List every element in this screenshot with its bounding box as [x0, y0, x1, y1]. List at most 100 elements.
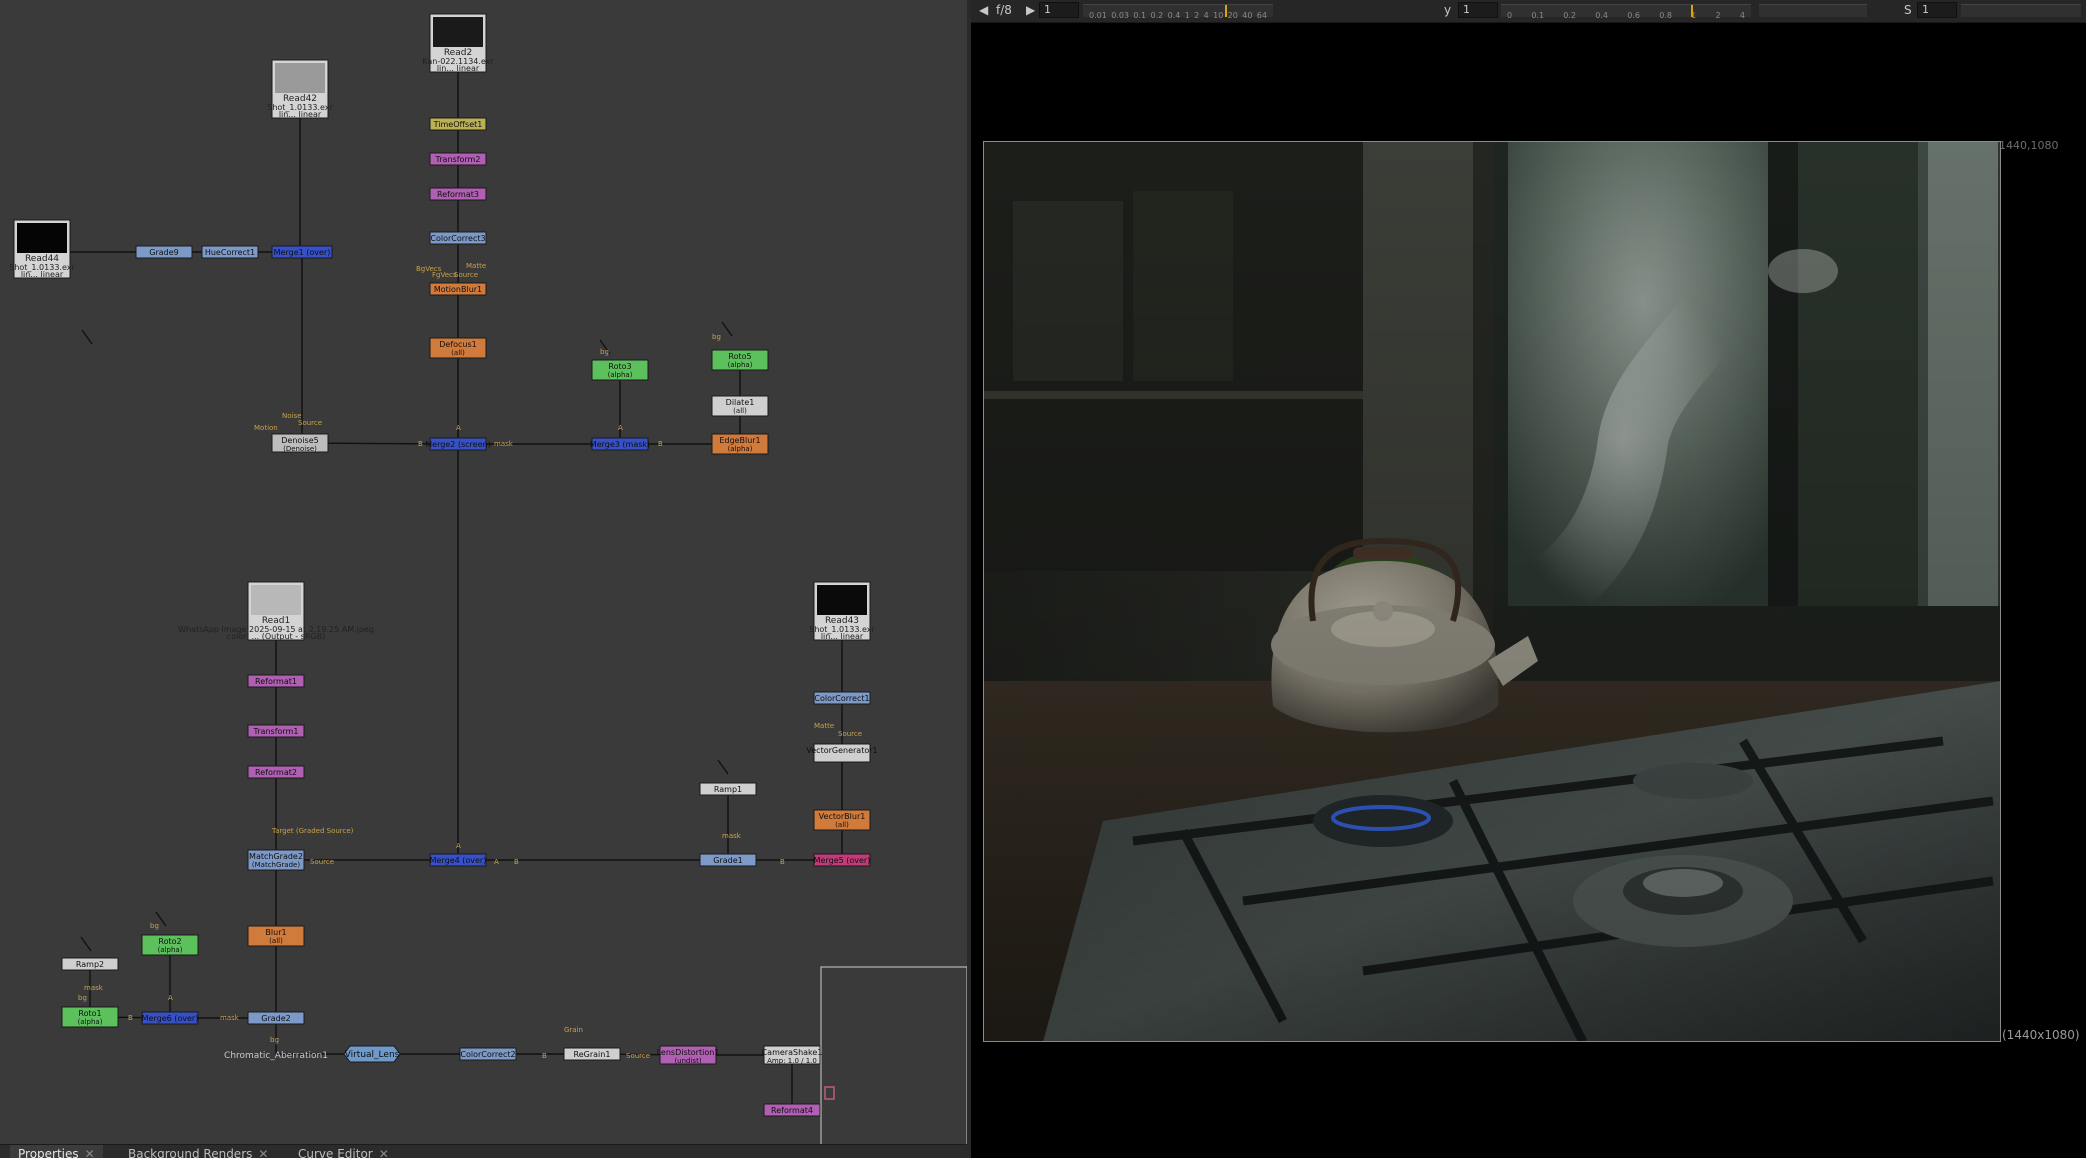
slider-tick-label: 0.8 — [1659, 11, 1672, 20]
tab-background-renders[interactable]: Background Renders ✕ — [120, 1145, 276, 1158]
play-forward-icon[interactable]: ▶ — [1026, 3, 1035, 17]
node-ramp2[interactable]: Ramp2 — [61, 957, 119, 971]
node-blur1[interactable]: Blur1(all) — [247, 925, 305, 947]
close-icon[interactable]: ✕ — [85, 1147, 95, 1158]
node-reformat3[interactable]: Reformat3 — [429, 187, 487, 201]
node-regrain1[interactable]: ReGrain1 — [563, 1047, 621, 1061]
node-lensdistortion[interactable]: LensDistortion1(undist) — [657, 1045, 720, 1065]
node-reformat1[interactable]: Reformat1 — [247, 674, 305, 688]
node-colorcorrect3[interactable]: ColorCorrect3 — [429, 231, 487, 245]
gamma-slider-handle[interactable] — [1691, 5, 1693, 17]
node-vectorgenerator[interactable]: VectorGenerator1 — [806, 743, 878, 763]
gamma-field[interactable]: 1 — [1458, 2, 1498, 18]
node-roto3[interactable]: Roto3(alpha) — [591, 359, 649, 381]
node-label: Virtual_Lens — [345, 1050, 400, 1060]
node-transform1[interactable]: Transform1 — [247, 724, 305, 738]
slider-tick-label: 0.4 — [1595, 11, 1608, 20]
viewer-node[interactable] — [824, 1086, 835, 1100]
node-mergelower[interactable]: Merge4 (over) — [429, 853, 487, 867]
node-chromaticaberration[interactable]: Chromatic_Aberration1 — [224, 1051, 328, 1061]
node-dilate1[interactable]: Dilate1(all) — [711, 395, 769, 417]
node-roto1[interactable]: Roto1(alpha) — [61, 1006, 119, 1028]
fstop-label[interactable]: f/8 — [996, 3, 1012, 17]
node-ramp1[interactable]: Ramp1 — [699, 782, 757, 796]
slider-tick-label: 0 — [1507, 11, 1513, 20]
node-sublabel: (all) — [269, 937, 283, 945]
node-roto5[interactable]: Roto5(alpha) — [711, 349, 769, 371]
node-defocus1[interactable]: Defocus1(all) — [429, 337, 487, 359]
viewer-image[interactable] — [983, 141, 2001, 1042]
close-icon[interactable]: ✕ — [258, 1147, 268, 1158]
thumbnail-icon — [817, 585, 867, 615]
saturation-field[interactable]: 1 — [1917, 2, 1957, 18]
node-mergeroto3[interactable]: Merge3 (mask) — [590, 437, 650, 451]
node-edgeblur1[interactable]: EdgeBlur1(alpha) — [711, 433, 769, 455]
node-label: Reformat4 — [771, 1106, 813, 1115]
input-label: A — [456, 842, 461, 850]
input-label: A — [168, 994, 173, 1002]
node-read1[interactable]: Read1WhatsApp Image 2025-09-15 at 2.19.2… — [178, 581, 374, 641]
close-icon[interactable]: ✕ — [379, 1147, 389, 1158]
node-denoise5[interactable]: Denoise5(Denoise) — [271, 433, 329, 453]
node-matchgrade2[interactable]: MatchGrade2(MatchGrade) — [247, 849, 305, 871]
input-label: B — [514, 858, 519, 866]
input-label: bg — [78, 994, 87, 1002]
backdrop-node[interactable] — [820, 966, 967, 1148]
node-mergetop[interactable]: Merge1 (over) — [271, 245, 333, 259]
slider-tick-label: 2 — [1715, 11, 1721, 20]
node-roto2[interactable]: Roto2(alpha) — [141, 934, 199, 956]
node-reformat2[interactable]: Reformat2 — [247, 765, 305, 779]
input-label: Target (Graded Source) — [271, 827, 354, 835]
node-mergeright[interactable]: Merge5 (over) — [813, 853, 871, 867]
node-motionblur1[interactable]: MotionBlur1 — [429, 282, 487, 296]
input-arrow[interactable] — [80, 936, 92, 952]
viewer-format-label-top: 1440,1080 — [1999, 139, 2059, 152]
saturation-slider[interactable] — [1961, 4, 2081, 17]
node-sublabel: (Denoise) — [283, 445, 317, 453]
input-arrow[interactable] — [721, 321, 733, 337]
node-colorcorrect1[interactable]: ColorCorrect1 — [813, 691, 871, 705]
node-grade1[interactable]: Grade1 — [699, 853, 757, 867]
node-label: Dilate1 — [726, 398, 755, 407]
node-read42[interactable]: Read42Shot_1.0133.exrlin... linear — [267, 59, 333, 119]
node-grade2[interactable]: Grade2 — [247, 1011, 305, 1025]
node-label: Merge2 (screen) — [425, 440, 490, 449]
node-graph-canvas[interactable]: Read2Kan-022.1134.exrlin... linear Read42… — [0, 0, 967, 1158]
tab-curve-editor[interactable]: Curve Editor ✕ — [290, 1145, 397, 1158]
node-huecorrect1[interactable]: HueCorrect1 — [201, 245, 259, 259]
node-vectorblur1[interactable]: VectorBlur1(all) — [813, 809, 871, 831]
node-graph-panel[interactable]: Read2 Kan-022.1134.exr lin... linear Read42… — [0, 0, 967, 1158]
gain-slider[interactable]: 0.01 0.03 0.1 0.2 0.4 1 2 4 10 20 40 64 — [1083, 4, 1273, 20]
node-sublabel: (all) — [835, 821, 849, 829]
node-read2[interactable]: Read2Kan-022.1134.exrlin... linear — [422, 13, 494, 73]
node-read44[interactable]: Read44Shot_1.0133.exrlin... linear — [9, 219, 75, 279]
viewer-panel[interactable]: ◀ f/8 ▶ 1 0.01 0.03 0.1 0.2 0.4 1 2 4 10 20 40 64 y… — [971, 0, 2086, 1158]
node-timeoffset1[interactable]: TimeOffset1 — [429, 117, 487, 131]
node-sublabel: Amp: 1.0 / 1.0 — [767, 1057, 817, 1065]
viewer-slider-extra[interactable] — [1759, 4, 1867, 17]
node-label: Merge5 (over) — [814, 856, 871, 865]
tab-properties[interactable]: Properties ✕ — [10, 1145, 103, 1158]
gamma-slider[interactable]: 0 0.1 0.2 0.4 0.6 0.8 1 2 4 — [1501, 4, 1751, 20]
node-mergemain[interactable]: Merge2 (screen) — [425, 437, 491, 451]
bottom-tab-bar: Properties ✕ Background Renders ✕ Curve Ed… — [0, 1144, 967, 1158]
gain-slider-handle[interactable] — [1225, 5, 1227, 17]
node-read43[interactable]: Read43Shot_1.0133.exrlin... linear — [809, 581, 875, 641]
node-label: Chromatic_Aberration1 — [224, 1051, 328, 1061]
node-label: Grade9 — [149, 248, 178, 257]
input-label: B — [418, 440, 423, 448]
slider-tick-label: 4 — [1203, 11, 1209, 20]
input-arrow[interactable] — [81, 329, 93, 345]
slider-tick-label: 0.6 — [1627, 11, 1640, 20]
node-reformat4[interactable]: Reformat4 — [763, 1103, 821, 1117]
node-mergebottom[interactable]: Merge6 (over) — [141, 1011, 199, 1025]
node-camerashake1[interactable]: CameraShake1Amp: 1.0 / 1.0 — [762, 1045, 823, 1065]
node-sublabel: (alpha) — [728, 361, 753, 369]
gain-field[interactable]: 1 — [1039, 2, 1079, 18]
node-grade9[interactable]: Grade9 — [135, 245, 193, 259]
input-arrow[interactable] — [717, 759, 729, 775]
node-colorcorrect2[interactable]: ColorCorrect2 — [459, 1047, 517, 1061]
node-virtuallens[interactable]: Virtual_Lens — [343, 1045, 401, 1063]
play-back-icon[interactable]: ◀ — [979, 3, 988, 17]
node-transform2[interactable]: Transform2 — [429, 152, 487, 166]
